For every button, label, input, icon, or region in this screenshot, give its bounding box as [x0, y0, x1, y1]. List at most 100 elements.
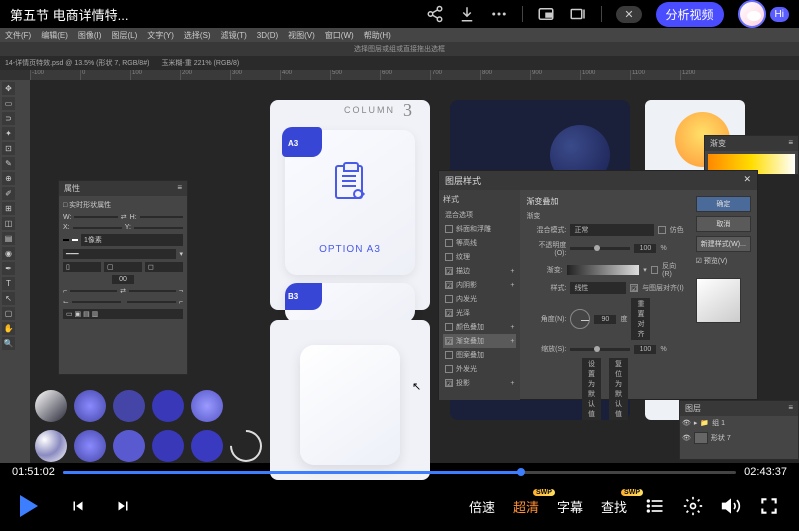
theater-icon[interactable]: [569, 5, 587, 23]
settings-icon[interactable]: [683, 496, 703, 516]
style-texture[interactable]: 纹理: [443, 250, 516, 264]
opacity-input[interactable]: 100: [634, 244, 656, 253]
close-button[interactable]: ✕: [616, 6, 641, 23]
next-button[interactable]: [113, 496, 133, 516]
corner-tl[interactable]: [70, 290, 117, 292]
doc-tab-1[interactable]: 14-详情页特效.psd @ 13.5% (形状 7, RGB/8#): [5, 58, 149, 68]
playlist-icon[interactable]: [645, 496, 665, 516]
hand-tool[interactable]: ✋: [2, 322, 15, 335]
reset-align-button[interactable]: 重置对齐: [631, 298, 650, 340]
brush-tool[interactable]: ✐: [2, 187, 15, 200]
y-input[interactable]: [134, 227, 183, 229]
avatar[interactable]: [738, 0, 766, 28]
marquee-tool[interactable]: ▭: [2, 97, 15, 110]
corner-br[interactable]: [127, 301, 176, 303]
set-default-button[interactable]: 设置为默认值: [582, 358, 601, 420]
doc-tab-2[interactable]: 玉米糊-重 221% (RGB/8): [161, 58, 239, 68]
zoom-tool[interactable]: 🔍: [2, 337, 15, 350]
swatch[interactable]: [152, 390, 184, 422]
layer-row[interactable]: 👁形状 7: [680, 430, 798, 446]
stroke-align[interactable]: ▯: [63, 262, 101, 272]
swatch[interactable]: [113, 390, 145, 422]
path-ops[interactable]: ▭ ▣ ▤ ▥: [63, 309, 183, 319]
style-outerglow[interactable]: 外发光: [443, 362, 516, 376]
menu-window[interactable]: 窗口(W): [325, 30, 354, 41]
crop-tool[interactable]: ⊡: [2, 142, 15, 155]
subtitle-button[interactable]: 字幕: [557, 497, 583, 516]
prev-button[interactable]: [68, 496, 88, 516]
swatch[interactable]: [35, 390, 67, 422]
speed-button[interactable]: 倍速: [469, 497, 495, 516]
gradient-tool[interactable]: ▤: [2, 232, 15, 245]
corner-tr[interactable]: [129, 290, 176, 292]
download-icon[interactable]: [458, 5, 476, 23]
menu-layer[interactable]: 图层(L): [111, 30, 137, 41]
stroke-color[interactable]: [72, 239, 78, 241]
move-tool[interactable]: ✥: [2, 82, 15, 95]
pen-tool[interactable]: ✒: [2, 262, 15, 275]
wand-tool[interactable]: ✦: [2, 127, 15, 140]
style-patternoverlay[interactable]: 图案叠加: [443, 348, 516, 362]
share-icon[interactable]: [426, 5, 444, 23]
stroke-width[interactable]: 1像素: [81, 234, 183, 246]
menu-image[interactable]: 图像(I): [78, 30, 102, 41]
fill-color[interactable]: [63, 239, 69, 241]
panel-menu-icon[interactable]: ≡: [788, 138, 793, 149]
eyedropper-tool[interactable]: ✎: [2, 157, 15, 170]
swatch[interactable]: [152, 430, 184, 462]
heal-tool[interactable]: ⊕: [2, 172, 15, 185]
more-icon[interactable]: [490, 5, 508, 23]
corner-bl[interactable]: [72, 301, 121, 303]
eraser-tool[interactable]: ◫: [2, 217, 15, 230]
menu-edit[interactable]: 编辑(E): [41, 30, 68, 41]
type-tool[interactable]: T: [2, 277, 15, 290]
close-icon[interactable]: ✕: [743, 174, 751, 187]
blur-tool[interactable]: ◉: [2, 247, 15, 260]
swatch[interactable]: [74, 430, 106, 462]
blend-mode-select[interactable]: 正常: [570, 224, 653, 236]
swatch[interactable]: [223, 423, 268, 468]
quality-button[interactable]: 超清SWP: [513, 497, 539, 516]
style-stroke[interactable]: ☑描边+: [443, 264, 516, 278]
style-innershadow[interactable]: ☑内阴影+: [443, 278, 516, 292]
swatch[interactable]: [191, 390, 223, 422]
stamp-tool[interactable]: ⊞: [2, 202, 15, 215]
analyze-video-button[interactable]: 分析视频: [656, 2, 724, 27]
ok-button[interactable]: 确定: [696, 196, 751, 212]
reset-default-button[interactable]: 复位为默认值: [609, 358, 628, 420]
style-innerglow[interactable]: 内发光: [443, 292, 516, 306]
volume-icon[interactable]: [721, 496, 741, 516]
path-tool[interactable]: ↖: [2, 292, 15, 305]
style-dropshadow[interactable]: ☑投影+: [443, 376, 516, 390]
layer-row[interactable]: 👁▸📁组 1: [680, 416, 798, 430]
style-satin[interactable]: ☑光泽: [443, 306, 516, 320]
swatch[interactable]: [191, 430, 223, 462]
width-input[interactable]: [74, 216, 117, 218]
angle-dial[interactable]: [570, 309, 590, 329]
swatch[interactable]: [35, 430, 67, 462]
fullscreen-icon[interactable]: [759, 496, 779, 516]
menu-select[interactable]: 选择(S): [184, 30, 211, 41]
find-button[interactable]: 查找SWP: [601, 497, 627, 516]
lasso-tool[interactable]: ⊃: [2, 112, 15, 125]
stroke-cap[interactable]: ▢: [104, 262, 142, 272]
height-input[interactable]: [140, 216, 183, 218]
cancel-button[interactable]: 取消: [696, 216, 751, 232]
corner-input[interactable]: 00: [112, 275, 134, 284]
shape-tool[interactable]: ▢: [2, 307, 15, 320]
panel-menu-icon[interactable]: ≡: [788, 403, 793, 414]
angle-input[interactable]: 90: [594, 315, 616, 324]
x-input[interactable]: [73, 227, 122, 229]
style-bevel[interactable]: 斜面和浮雕: [443, 222, 516, 236]
progress-bar[interactable]: [63, 471, 736, 474]
menu-help[interactable]: 帮助(H): [364, 30, 391, 41]
pip-icon[interactable]: [537, 5, 555, 23]
style-contour[interactable]: 等高线: [443, 236, 516, 250]
gradient-picker[interactable]: [567, 265, 640, 275]
menu-type[interactable]: 文字(Y): [147, 30, 174, 41]
menu-3d[interactable]: 3D(D): [257, 31, 278, 40]
stroke-type[interactable]: ━━━: [63, 249, 176, 259]
preview-checkbox[interactable]: ☑ 预览(V): [696, 256, 751, 266]
style-select[interactable]: 线性: [570, 282, 626, 294]
new-style-button[interactable]: 新建样式(W)...: [696, 236, 751, 252]
